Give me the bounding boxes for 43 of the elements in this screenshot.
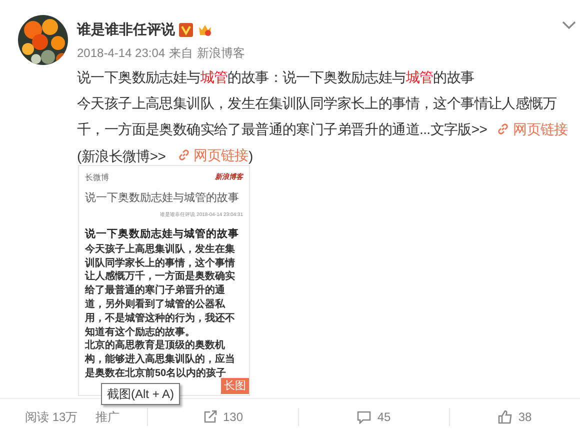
post-text: 千，一方面是奥数确实给了最普通的寒门子弟晋升的通道...文字版>> — [77, 120, 488, 139]
link-icon — [178, 149, 190, 161]
verified-v-icon — [179, 22, 193, 36]
image-text-line: 今天孩子上高思集训队，发生在集 — [85, 242, 236, 257]
source-label: 来自 — [169, 45, 194, 62]
image-text-line: 是奥数在北京前50名以内的孩子 — [85, 366, 228, 380]
image-header: 长微博 — [85, 172, 109, 184]
image-text-line: 训队同学家长上的事情，这个事情 — [85, 256, 236, 270]
post-text: 今天孩子上高思集训队，发生在集训队同学家长上的事情，这个事情让人感慨万 — [77, 94, 558, 113]
repost-count[interactable]: 130 — [222, 408, 244, 426]
comment-icon[interactable] — [357, 410, 372, 424]
close-paren: ) — [248, 148, 253, 164]
image-text-line: 知道有这个励志的故事。 — [85, 326, 196, 339]
source-link[interactable]: 新浪博客 — [197, 44, 246, 62]
image-text-line: 构，能够进入高思集训队的，应当 — [85, 353, 236, 367]
image-text-line: 让人感慨万千，一方面是奥数确实 — [85, 270, 236, 284]
web-link[interactable]: 网页链接 — [178, 142, 248, 168]
menu-chevron-icon[interactable] — [562, 20, 576, 30]
title-text: 城管 — [200, 69, 228, 85]
image-text-line: 北京的高思教育是顶级的奥数机 — [85, 339, 226, 353]
link-icon — [497, 123, 510, 135]
repost-icon[interactable] — [202, 410, 217, 424]
image-text-line: 道，另外则看到了城管的公器私 — [85, 298, 226, 312]
image-title: 说一下奥数励志娃与城管的故事 — [85, 190, 240, 206]
post-time[interactable]: 2018-4-14 23:04 — [77, 44, 166, 62]
image-text-line: 用，不是城管这种的行为，我还不 — [85, 312, 236, 326]
long-image-badge: 长图 — [221, 378, 249, 394]
thumbs-up-icon[interactable] — [498, 410, 512, 424]
title-text: 的故事 — [433, 69, 474, 85]
promote-link[interactable]: 推广 — [96, 408, 120, 426]
image-text-line: 给了最普通的寒门子弟晋升的通 — [85, 284, 226, 298]
comment-count[interactable]: 45 — [377, 408, 391, 426]
title-text: 的故事：说一下奥数励志娃与 — [228, 69, 406, 85]
crown-icon — [197, 22, 213, 36]
like-count[interactable]: 38 — [518, 408, 532, 426]
tooltip: 截图(Alt + A) — [101, 383, 180, 405]
title-text: 城管 — [406, 69, 434, 85]
web-link[interactable]: 网页链接 — [513, 116, 568, 142]
read-count: 阅读 13万 — [25, 409, 78, 426]
author-name[interactable]: 谁是谁非任评说 — [77, 19, 175, 40]
title-text: 说一下奥数励志娃与 — [77, 69, 200, 85]
image-heading: 说一下奥数励志娃与城管的故事 — [85, 227, 240, 242]
long-weibo-link[interactable]: (新浪长微博>> — [77, 148, 166, 164]
